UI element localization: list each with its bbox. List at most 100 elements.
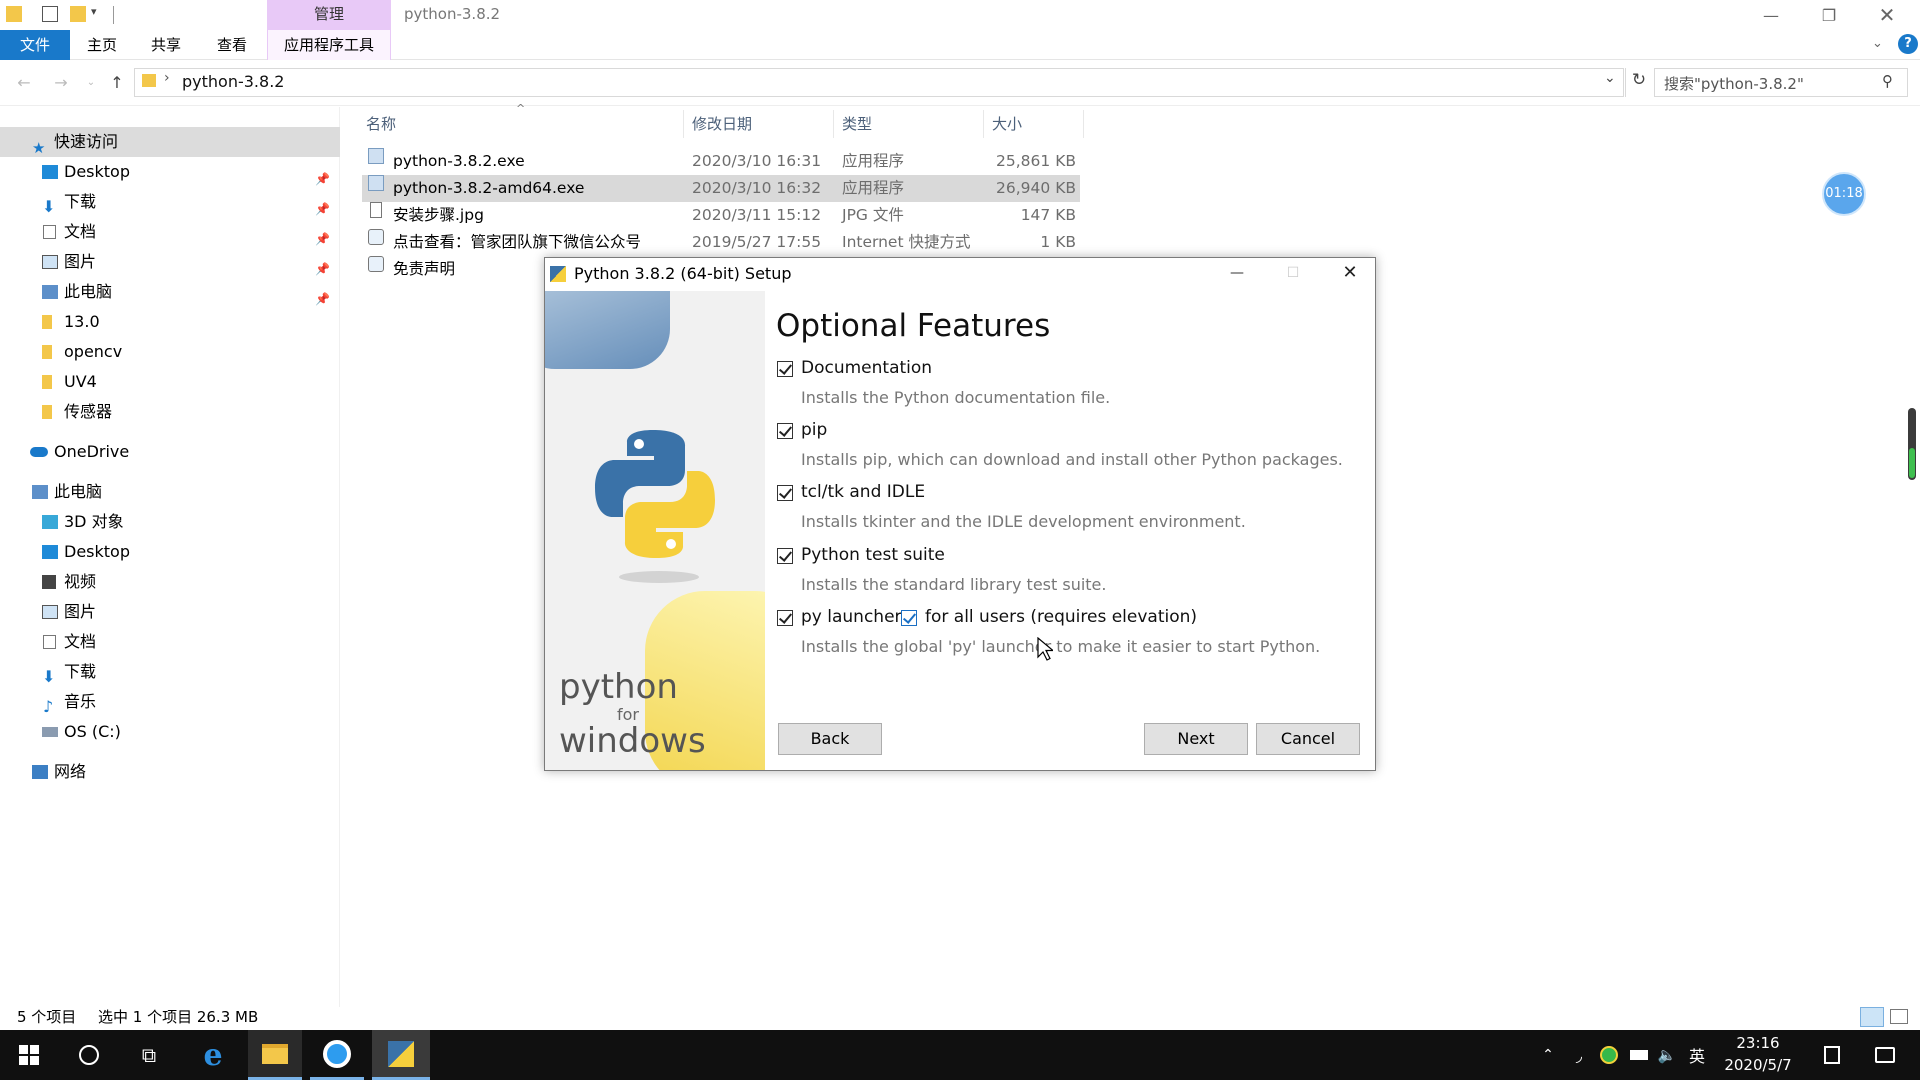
column-header-size[interactable]: 大小 bbox=[988, 110, 1084, 138]
forward-arrow-icon[interactable]: → bbox=[50, 72, 72, 94]
table-row-selected[interactable]: python-3.8.2-amd64.exe 2020/3/10 16:32 应… bbox=[362, 175, 1080, 202]
large-icons-view-icon[interactable] bbox=[1890, 1009, 1908, 1024]
pip-checkbox[interactable] bbox=[777, 423, 793, 439]
details-view-icon[interactable] bbox=[1860, 1007, 1884, 1027]
restore-icon[interactable]: ❐ bbox=[1800, 0, 1858, 30]
action-center-icon[interactable] bbox=[1860, 1030, 1910, 1080]
sidebar-item-quick-access[interactable]: ★ 快速访问 bbox=[0, 127, 340, 157]
column-header-name[interactable]: 名称 bbox=[362, 110, 684, 138]
properties-checkbox-icon[interactable] bbox=[42, 6, 58, 22]
side-scroll-indicator-fill bbox=[1909, 448, 1915, 478]
sidebar-item-13[interactable]: 13.0 bbox=[0, 307, 340, 337]
tab-view[interactable]: 查看 bbox=[208, 30, 256, 60]
tcltk-label[interactable]: tcl/tk and IDLE bbox=[801, 482, 925, 502]
start-windows-icon[interactable] bbox=[0, 1030, 58, 1080]
tab-share[interactable]: 共享 bbox=[142, 30, 190, 60]
for-all-users-label[interactable]: for all users (requires elevation) bbox=[925, 607, 1197, 627]
python-setup-icon bbox=[550, 266, 566, 282]
tcltk-checkbox[interactable] bbox=[777, 485, 793, 501]
back-arrow-icon[interactable]: ← bbox=[13, 72, 35, 94]
sidebar-item-videos[interactable]: 视频 bbox=[0, 567, 340, 597]
column-header-type[interactable]: 类型 bbox=[838, 110, 984, 138]
sidebar-item-documents[interactable]: 文档 📌 bbox=[0, 217, 340, 247]
close-icon[interactable]: ✕ bbox=[1330, 260, 1370, 288]
minimize-icon[interactable]: — bbox=[1217, 260, 1257, 288]
sidebar-item-label: 3D 对象 bbox=[64, 512, 124, 531]
music-note-icon: ♪ bbox=[43, 697, 54, 716]
qat-dropdown-icon[interactable]: ▾ bbox=[91, 5, 97, 18]
sidebar-item-label: 文档 bbox=[64, 632, 97, 651]
sidebar-item-pictures[interactable]: 图片 📌 bbox=[0, 247, 340, 277]
recent-dropdown-icon[interactable]: ⌄ bbox=[80, 72, 102, 94]
sidebar-item-downloads[interactable]: ⬇ 下载 📌 bbox=[0, 187, 340, 217]
security-app-tray-icon[interactable] bbox=[1596, 1030, 1622, 1080]
task-view-icon[interactable]: ⧉ bbox=[122, 1030, 176, 1080]
network-status-icon[interactable]: ◞ bbox=[1566, 1030, 1592, 1080]
cancel-button[interactable]: Cancel bbox=[1256, 723, 1360, 755]
search-icon[interactable]: ⚲ bbox=[1882, 72, 1893, 90]
address-field[interactable] bbox=[134, 68, 1624, 97]
ime-indicator[interactable]: 英 bbox=[1682, 1030, 1712, 1080]
ribbon-expand-icon[interactable]: ⌄ bbox=[1872, 36, 1883, 51]
volume-icon[interactable]: 🔈 bbox=[1654, 1030, 1680, 1080]
refresh-icon[interactable]: ↻ bbox=[1624, 70, 1654, 90]
breadcrumb-chevron-icon[interactable]: › bbox=[164, 70, 170, 86]
back-button[interactable]: Back bbox=[778, 723, 882, 755]
qq-browser-icon[interactable] bbox=[310, 1030, 364, 1080]
document-icon bbox=[43, 225, 56, 239]
sidebar-item-this-pc[interactable]: 此电脑 📌 bbox=[0, 277, 340, 307]
documentation-label[interactable]: Documentation bbox=[801, 358, 932, 378]
breadcrumb-current[interactable]: python-3.8.2 bbox=[182, 72, 284, 91]
sidebar-item-documents-pc[interactable]: 文档 bbox=[0, 627, 340, 657]
file-explorer-taskbar-icon[interactable] bbox=[248, 1030, 302, 1080]
sidebar-item-3d-objects[interactable]: 3D 对象 bbox=[0, 507, 340, 537]
file-type: 应用程序 bbox=[842, 152, 905, 170]
sidebar-item-onedrive[interactable]: OneDrive bbox=[0, 437, 340, 467]
sidebar-item-drive-c[interactable]: OS (C:) bbox=[0, 717, 340, 747]
sidebar-item-this-pc-root[interactable]: 此电脑 bbox=[0, 477, 340, 507]
table-row[interactable]: 安装步骤.jpg 2020/3/11 15:12 JPG 文件 147 KB bbox=[362, 202, 1080, 229]
sidebar-item-pictures-pc[interactable]: 图片 bbox=[0, 597, 340, 627]
timer-badge[interactable]: 01:18 bbox=[1822, 172, 1866, 216]
help-icon[interactable]: ? bbox=[1898, 34, 1918, 54]
battery-icon[interactable] bbox=[1626, 1030, 1652, 1080]
table-row[interactable]: 点击查看：管家团队旗下微信公众号 2019/5/27 17:55 Interne… bbox=[362, 229, 1080, 256]
address-dropdown-icon[interactable]: ⌄ bbox=[1604, 70, 1616, 86]
sidebar-item-label: 下载 bbox=[64, 192, 97, 211]
for-all-users-checkbox[interactable] bbox=[901, 610, 917, 626]
notes-icon[interactable] bbox=[1812, 1030, 1852, 1080]
next-button[interactable]: Next bbox=[1144, 723, 1248, 755]
test-suite-label[interactable]: Python test suite bbox=[801, 545, 945, 565]
sidebar-item-desktop[interactable]: Desktop 📌 bbox=[0, 157, 340, 187]
sidebar-item-music[interactable]: ♪ 音乐 bbox=[0, 687, 340, 717]
up-arrow-icon[interactable]: ↑ bbox=[106, 72, 128, 94]
python-setup-taskbar-icon[interactable] bbox=[372, 1030, 430, 1080]
python-setup-icon bbox=[388, 1040, 414, 1067]
test-suite-checkbox[interactable] bbox=[777, 548, 793, 564]
file-type: JPG 文件 bbox=[842, 206, 904, 224]
py-launcher-checkbox[interactable] bbox=[777, 610, 793, 626]
taskbar-clock[interactable]: 23:16 2020/5/7 bbox=[1714, 1032, 1802, 1078]
tab-file[interactable]: 文件 bbox=[0, 30, 70, 60]
table-row[interactable]: python-3.8.2.exe 2020/3/10 16:31 应用程序 25… bbox=[362, 148, 1080, 175]
sidebar-item-desktop-pc[interactable]: Desktop bbox=[0, 537, 340, 567]
sidebar-item-sensor[interactable]: 传感器 bbox=[0, 397, 340, 427]
documentation-checkbox[interactable] bbox=[777, 361, 793, 377]
edge-browser-icon[interactable]: e bbox=[186, 1030, 240, 1080]
cortana-search-icon[interactable] bbox=[62, 1030, 116, 1080]
column-header-date[interactable]: 修改日期 bbox=[688, 110, 834, 138]
tab-home[interactable]: 主页 bbox=[78, 30, 126, 60]
sidebar-item-uv4[interactable]: UV4 bbox=[0, 367, 340, 397]
document-icon bbox=[43, 635, 56, 649]
tab-app-tools[interactable]: 应用程序工具 bbox=[268, 30, 390, 60]
sidebar-item-network[interactable]: 网络 bbox=[0, 757, 340, 787]
minimize-icon[interactable]: — bbox=[1742, 0, 1800, 30]
folder-icon bbox=[142, 74, 156, 87]
show-hidden-icons-chevron[interactable]: ⌃ bbox=[1536, 1030, 1560, 1080]
new-folder-icon[interactable] bbox=[70, 6, 86, 22]
py-launcher-label[interactable]: py launcher bbox=[801, 607, 902, 627]
sidebar-item-opencv[interactable]: opencv bbox=[0, 337, 340, 367]
sidebar-item-downloads-pc[interactable]: ⬇ 下载 bbox=[0, 657, 340, 687]
close-icon[interactable]: ✕ bbox=[1858, 0, 1916, 30]
pip-label[interactable]: pip bbox=[801, 420, 827, 440]
